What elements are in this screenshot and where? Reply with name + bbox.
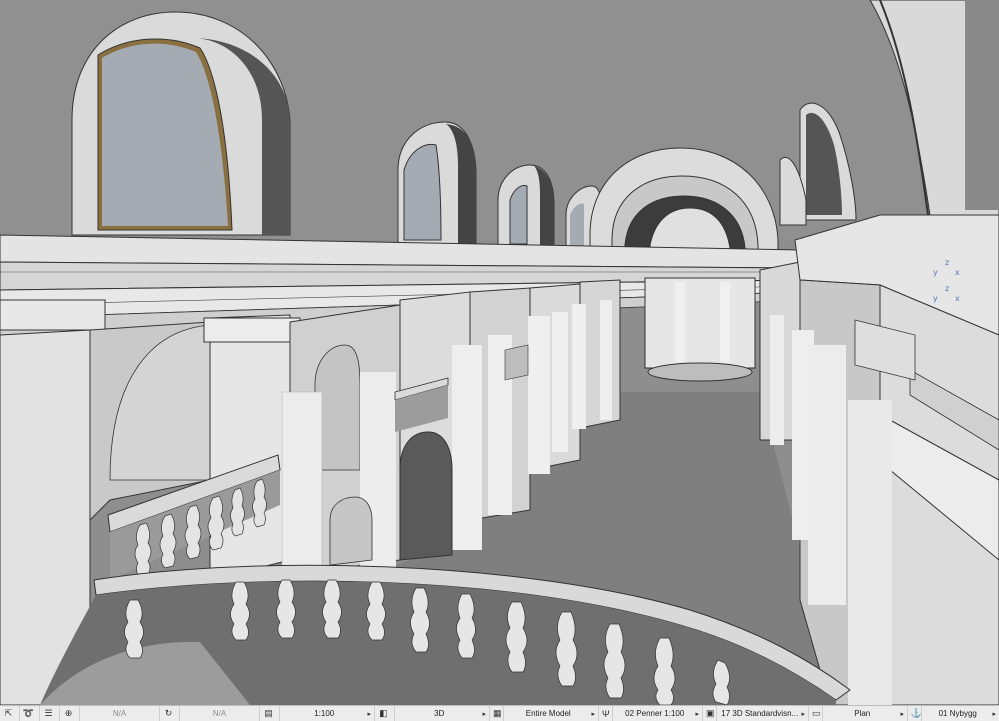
model-icon[interactable]: ▦ bbox=[490, 706, 504, 721]
scale-selector[interactable]: 1:100 ▸ bbox=[280, 706, 375, 721]
status-bar: ⇱ ➰ ☰ ⊕ N/A ↻ N/A ▤ 1:100 ▸ ◧ 3D ▸ ▦ Entir… bbox=[0, 705, 999, 721]
3d-viewport[interactable]: z y x z y x bbox=[0, 0, 999, 705]
pen-icon[interactable]: Ψ bbox=[599, 706, 613, 721]
coordinate-field-b[interactable]: N/A bbox=[180, 706, 260, 721]
walk-icon[interactable]: ☰ bbox=[40, 706, 60, 721]
renovation-icon[interactable]: ⚓ bbox=[908, 706, 922, 721]
model-filter-selector[interactable]: Entire Model ▸ bbox=[504, 706, 599, 721]
view-icon[interactable]: ▣ bbox=[703, 706, 717, 721]
3d-model-render bbox=[0, 0, 999, 705]
arrow-cursor-icon[interactable]: ⇱ bbox=[0, 706, 20, 721]
orbit-icon[interactable]: ↻ bbox=[160, 706, 180, 721]
plan-icon[interactable]: ▭ bbox=[809, 706, 823, 721]
pen-set-selector[interactable]: 02 Penner 1:100 ▸ bbox=[613, 706, 703, 721]
coordinate-field-a[interactable]: N/A bbox=[80, 706, 160, 721]
view-mode-selector[interactable]: 3D ▸ bbox=[395, 706, 490, 721]
arched-window-left bbox=[71, 11, 291, 236]
axis-indicator-top: z y x bbox=[933, 258, 960, 277]
layers-icon[interactable]: ▤ bbox=[260, 706, 280, 721]
plan-selector[interactable]: Plan ▸ bbox=[823, 706, 908, 721]
lasso-icon[interactable]: ➰ bbox=[20, 706, 40, 721]
cube-icon[interactable]: ◧ bbox=[375, 706, 395, 721]
renovation-selector[interactable]: 01 Nybygg ▸ bbox=[922, 706, 999, 721]
zoom-fit-icon[interactable]: ⊕ bbox=[60, 706, 80, 721]
axis-indicator-bottom: z y x bbox=[933, 284, 960, 303]
view-setting-selector[interactable]: 17 3D Standardvisn... ▸ bbox=[717, 706, 809, 721]
